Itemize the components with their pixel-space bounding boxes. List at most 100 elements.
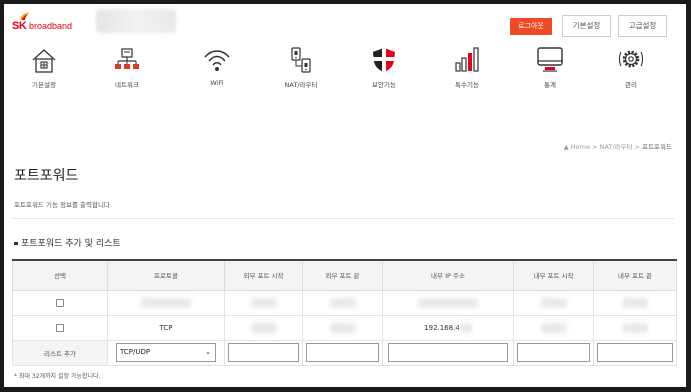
int-port-end-cell bbox=[593, 289, 677, 316]
logo-subtext: broadband bbox=[29, 21, 73, 31]
protocol-cell: TCP bbox=[107, 314, 225, 341]
row-checkbox[interactable] bbox=[56, 298, 64, 307]
chevron-down-icon: ⌄ bbox=[205, 348, 211, 356]
redacted-device-name bbox=[96, 9, 176, 33]
nav-item-network[interactable]: 네트워크 bbox=[97, 46, 157, 89]
gear-icon bbox=[618, 50, 644, 68]
ext-port-end-cell bbox=[302, 314, 383, 341]
internal-ip-cell: 192.168.4 bbox=[382, 314, 514, 341]
protocol-cell bbox=[107, 289, 225, 316]
advanced-settings-button[interactable]: 고급설정 bbox=[618, 15, 667, 37]
nav-item-special[interactable]: 특수기능 bbox=[437, 46, 497, 89]
redacted-value bbox=[250, 322, 277, 333]
col-header: 프로토콜 bbox=[107, 259, 225, 291]
nav-label: 기본설정 bbox=[32, 81, 56, 89]
col-header: 외부 포트 끝 bbox=[302, 259, 383, 291]
nav-label: NAT/라우터 bbox=[284, 81, 318, 89]
redacted-value bbox=[418, 297, 478, 308]
redacted-value bbox=[459, 322, 472, 333]
redacted-value bbox=[540, 297, 567, 308]
int-port-end-input[interactable] bbox=[597, 343, 673, 362]
nav-item-basic[interactable]: 기본설정 bbox=[14, 46, 74, 89]
nav-label: 네트워크 bbox=[115, 81, 139, 89]
router-admin-window: SK broadband 로그아웃 기본설정 고급설정 기본설정 네트워크 Wi… bbox=[4, 4, 686, 387]
internal-ip-input[interactable] bbox=[388, 343, 508, 362]
page-description: 포트포워드 기능 정보를 출력합니다. bbox=[14, 201, 112, 209]
table-row bbox=[12, 289, 677, 316]
add-row: 리스트 추가 TCP/UDP ⌄ bbox=[12, 339, 677, 366]
nav-item-admin[interactable]: 관리 bbox=[601, 46, 661, 89]
divider bbox=[12, 218, 674, 219]
ext-port-end-cell bbox=[302, 289, 383, 316]
port-forward-table: 선택 프로토콜 외부 포트 시작 외부 포트 끝 내부 IP 주소 내부 포트 … bbox=[12, 259, 677, 366]
col-header: 선택 bbox=[12, 259, 108, 291]
int-port-start-input[interactable] bbox=[517, 343, 590, 362]
table-row: TCP 192.168.4 bbox=[12, 314, 677, 341]
monitor-icon bbox=[537, 47, 563, 72]
logout-button[interactable]: 로그아웃 bbox=[510, 18, 552, 35]
section-bullet bbox=[14, 242, 18, 245]
ext-port-start-cell bbox=[224, 289, 303, 316]
internal-ip-input-cell bbox=[382, 339, 514, 366]
col-header: 내부 포트 끝 bbox=[593, 259, 677, 291]
network-icon bbox=[115, 48, 139, 69]
redacted-value bbox=[540, 322, 567, 333]
row-checkbox[interactable] bbox=[56, 323, 64, 332]
shield-icon bbox=[373, 48, 395, 72]
breadcrumb: ▲ Home > NAT/라우터 > 포트포워드 bbox=[564, 141, 672, 151]
redacted-value bbox=[622, 322, 648, 333]
table-header-row: 선택 프로토콜 외부 포트 시작 외부 포트 끝 내부 IP 주소 내부 포트 … bbox=[12, 259, 677, 291]
redacted-value bbox=[250, 297, 277, 308]
select-cell bbox=[12, 314, 108, 341]
ext-port-start-input[interactable] bbox=[228, 343, 299, 362]
home-icon bbox=[32, 49, 56, 73]
breadcrumb-parent[interactable]: NAT/라우터 bbox=[600, 143, 633, 151]
redacted-value bbox=[622, 297, 648, 308]
nav-item-wifi[interactable]: WiFi bbox=[187, 46, 247, 87]
logo-text: SK bbox=[12, 20, 27, 32]
redacted-value bbox=[329, 322, 356, 333]
breadcrumb-current: 포트포워드 bbox=[642, 143, 672, 151]
home-small-icon: ▲ bbox=[563, 143, 569, 151]
section-title-text: 포트포워드 추가 및 리스트 bbox=[21, 239, 121, 249]
breadcrumb-home[interactable]: Home bbox=[571, 143, 590, 151]
nav-item-nat-router[interactable]: NAT/라우터 bbox=[271, 46, 331, 89]
col-header: 외부 포트 시작 bbox=[224, 259, 303, 291]
int-port-start-input-cell bbox=[513, 339, 594, 366]
footer-note: * 최대 32개까지 설정 가능합니다. bbox=[14, 373, 101, 380]
nav-label: 보안기능 bbox=[372, 81, 396, 89]
nav-label: WiFi bbox=[210, 79, 224, 87]
nav-item-security[interactable]: 보안기능 bbox=[354, 46, 414, 89]
breadcrumb-sep: > bbox=[592, 143, 598, 151]
wifi-icon bbox=[204, 50, 230, 71]
nav-item-stats[interactable]: 통계 bbox=[520, 46, 580, 89]
breadcrumb-sep: > bbox=[634, 143, 641, 151]
ext-port-start-cell bbox=[224, 314, 303, 341]
internal-ip-cell bbox=[382, 289, 514, 316]
col-header: 내부 IP 주소 bbox=[382, 259, 514, 291]
select-cell bbox=[12, 289, 108, 316]
nav-label: 특수기능 bbox=[455, 81, 479, 89]
int-port-end-cell bbox=[593, 314, 677, 341]
protocol-select[interactable]: TCP/UDP ⌄ bbox=[116, 343, 216, 362]
col-header: 내부 포트 시작 bbox=[513, 259, 594, 291]
int-port-start-cell bbox=[513, 289, 594, 316]
main-nav: 기본설정 네트워크 WiFi NAT/라우터 보안기능 특수기능 통계 관리 bbox=[4, 46, 686, 96]
basic-settings-button[interactable]: 기본설정 bbox=[562, 15, 611, 37]
ext-port-start-input-cell bbox=[224, 339, 303, 366]
protocol-select-value: TCP/UDP bbox=[120, 348, 151, 356]
router-icon bbox=[291, 47, 311, 73]
page-title: 포트포워드 bbox=[14, 168, 79, 184]
internal-ip-text: 192.168.4 bbox=[424, 323, 460, 332]
ext-port-end-input[interactable] bbox=[306, 343, 379, 362]
bar-chart-icon bbox=[455, 47, 479, 72]
sk-broadband-logo[interactable]: SK broadband bbox=[10, 9, 90, 37]
protocol-select-cell: TCP/UDP ⌄ bbox=[107, 339, 225, 366]
int-port-end-input-cell bbox=[593, 339, 677, 366]
nav-label: 통계 bbox=[544, 81, 556, 89]
int-port-start-cell bbox=[513, 314, 594, 341]
section-title: 포트포워드 추가 및 리스트 bbox=[14, 236, 121, 249]
ext-port-end-input-cell bbox=[302, 339, 383, 366]
add-row-label: 리스트 추가 bbox=[12, 339, 108, 366]
redacted-value bbox=[329, 297, 356, 308]
